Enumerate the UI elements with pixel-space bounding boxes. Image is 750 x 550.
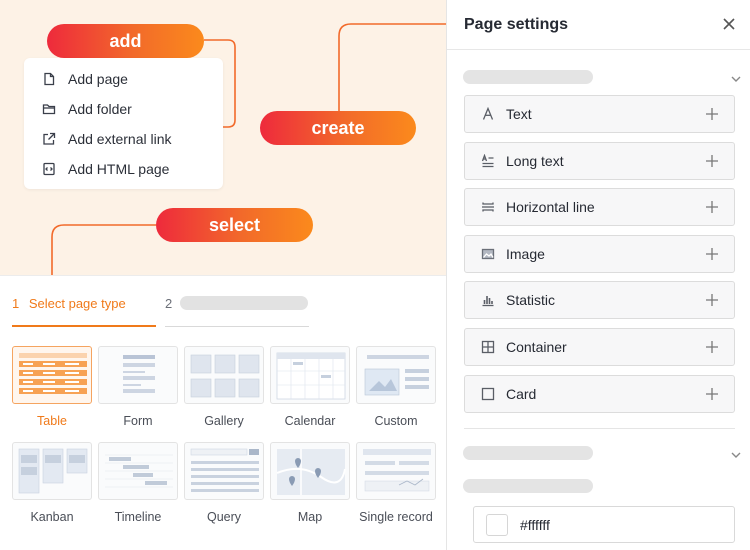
page-type-label: Timeline [114,510,162,524]
panel-title: Page settings [464,15,569,33]
step-label-placeholder [180,296,309,310]
page-type-label: Query [206,510,242,524]
panel-header: Page settings [447,0,750,50]
page-type-kanban[interactable]: Kanban [12,442,92,524]
image-icon [481,247,495,261]
section-title-placeholder [463,70,593,84]
menu-item-label: Add folder [68,101,132,117]
square-icon [481,387,495,401]
page-type-label: Single record [359,510,433,524]
chevron-down-icon[interactable] [730,72,742,84]
style-section-header[interactable] [463,446,745,462]
menu-item-label: Add external link [68,131,172,147]
page-type-label: Custom [374,414,418,428]
element-horizontal-line[interactable]: Horizontal line [464,188,735,227]
background-color-field[interactable]: #ffffff [473,506,735,543]
file-icon [42,72,56,86]
wizard-steps: 1 Select page type 2 [12,296,309,327]
section-title-placeholder [463,446,593,460]
page-type-wizard: 1 Select page type 2 Table Form Gallery … [0,275,446,550]
plus-icon[interactable] [705,387,719,401]
step-number: 1 [12,296,20,311]
gallery-thumbnail [184,346,264,404]
page-type-map[interactable]: Map [270,442,350,524]
element-label: Text [506,106,532,122]
page-type-single-record[interactable]: Single record [356,442,436,524]
color-swatch[interactable] [486,513,508,536]
horizontal-line-icon [481,200,495,214]
page-type-gallery[interactable]: Gallery [184,346,264,428]
page-type-label: Calendar [284,414,336,428]
external-link-icon [42,132,56,146]
page-type-custom[interactable]: Custom [356,346,436,428]
element-container[interactable]: Container [464,327,735,366]
add-pill-label: add [47,24,204,58]
menu-item-label: Add page [68,71,128,87]
plus-icon[interactable] [705,200,719,214]
long-text-icon [481,153,495,168]
color-value: #ffffff [520,516,550,533]
plus-icon[interactable] [705,293,719,307]
menu-item-add-external-link[interactable]: Add external link [24,124,223,154]
map-thumbnail [270,442,350,500]
element-label: Statistic [506,292,556,309]
code-file-icon [42,162,56,176]
step-select-page-type[interactable]: 1 Select page type [12,296,156,327]
close-icon[interactable] [722,17,736,31]
plus-icon[interactable] [705,107,719,121]
field-label-placeholder [463,479,593,493]
page-type-label: Map [297,510,323,524]
plus-icon[interactable] [705,247,719,261]
element-card[interactable]: Card [464,374,735,413]
page-type-calendar[interactable]: Calendar [270,346,350,428]
page-type-label: Kanban [30,510,74,524]
step-number: 2 [165,296,173,311]
page-type-timeline[interactable]: Timeline [98,442,178,524]
element-label: Card [506,385,537,402]
chevron-down-icon[interactable] [730,448,742,460]
menu-item-add-html-page[interactable]: Add HTML page [24,154,223,184]
element-text[interactable]: Text [464,95,735,133]
page-type-query[interactable]: Query [184,442,264,524]
select-pill-label: select [156,208,313,242]
table-thumbnail [12,346,92,404]
add-menu: Add page Add folder Add external link Ad… [24,58,223,189]
page-type-table[interactable]: Table [12,346,92,428]
element-label: Container [506,338,567,355]
menu-item-add-page[interactable]: Add page [24,64,223,94]
element-long-text[interactable]: Long text [464,141,735,180]
custom-thumbnail [356,346,436,404]
query-thumbnail [184,442,264,500]
step-2[interactable]: 2 [165,296,309,327]
form-thumbnail [98,346,178,404]
element-label: Image [506,245,545,262]
step-label: Select page type [28,296,126,311]
plus-icon[interactable] [705,154,719,168]
element-image[interactable]: Image [464,234,735,273]
folder-icon [42,102,56,116]
grid-icon [481,340,495,354]
plus-icon[interactable] [705,340,719,354]
divider [464,428,735,429]
page-settings-panel: Page settings Text Long text Horizontal … [446,0,750,550]
menu-item-label: Add HTML page [68,161,170,177]
kanban-thumbnail [12,442,92,500]
page-type-label: Table [37,414,67,428]
page-type-label: Form [123,414,153,428]
element-statistic[interactable]: Statistic [464,281,735,320]
calendar-thumbnail [270,346,350,404]
element-label: Horizontal line [506,199,595,216]
menu-item-add-folder[interactable]: Add folder [24,94,223,124]
elements-section-header[interactable] [463,70,745,86]
onboarding-diagram: add create select Add page Add folder Ad… [0,0,446,275]
page-type-form[interactable]: Form [98,346,178,428]
bar-chart-icon [481,293,495,307]
create-pill-label: create [260,111,416,145]
text-a-icon [481,107,495,121]
timeline-thumbnail [98,442,178,500]
element-list: Text Long text Horizontal line Image Sta… [464,95,735,421]
single-record-thumbnail [356,442,436,500]
page-type-label: Gallery [204,414,244,428]
element-label: Long text [506,152,564,169]
